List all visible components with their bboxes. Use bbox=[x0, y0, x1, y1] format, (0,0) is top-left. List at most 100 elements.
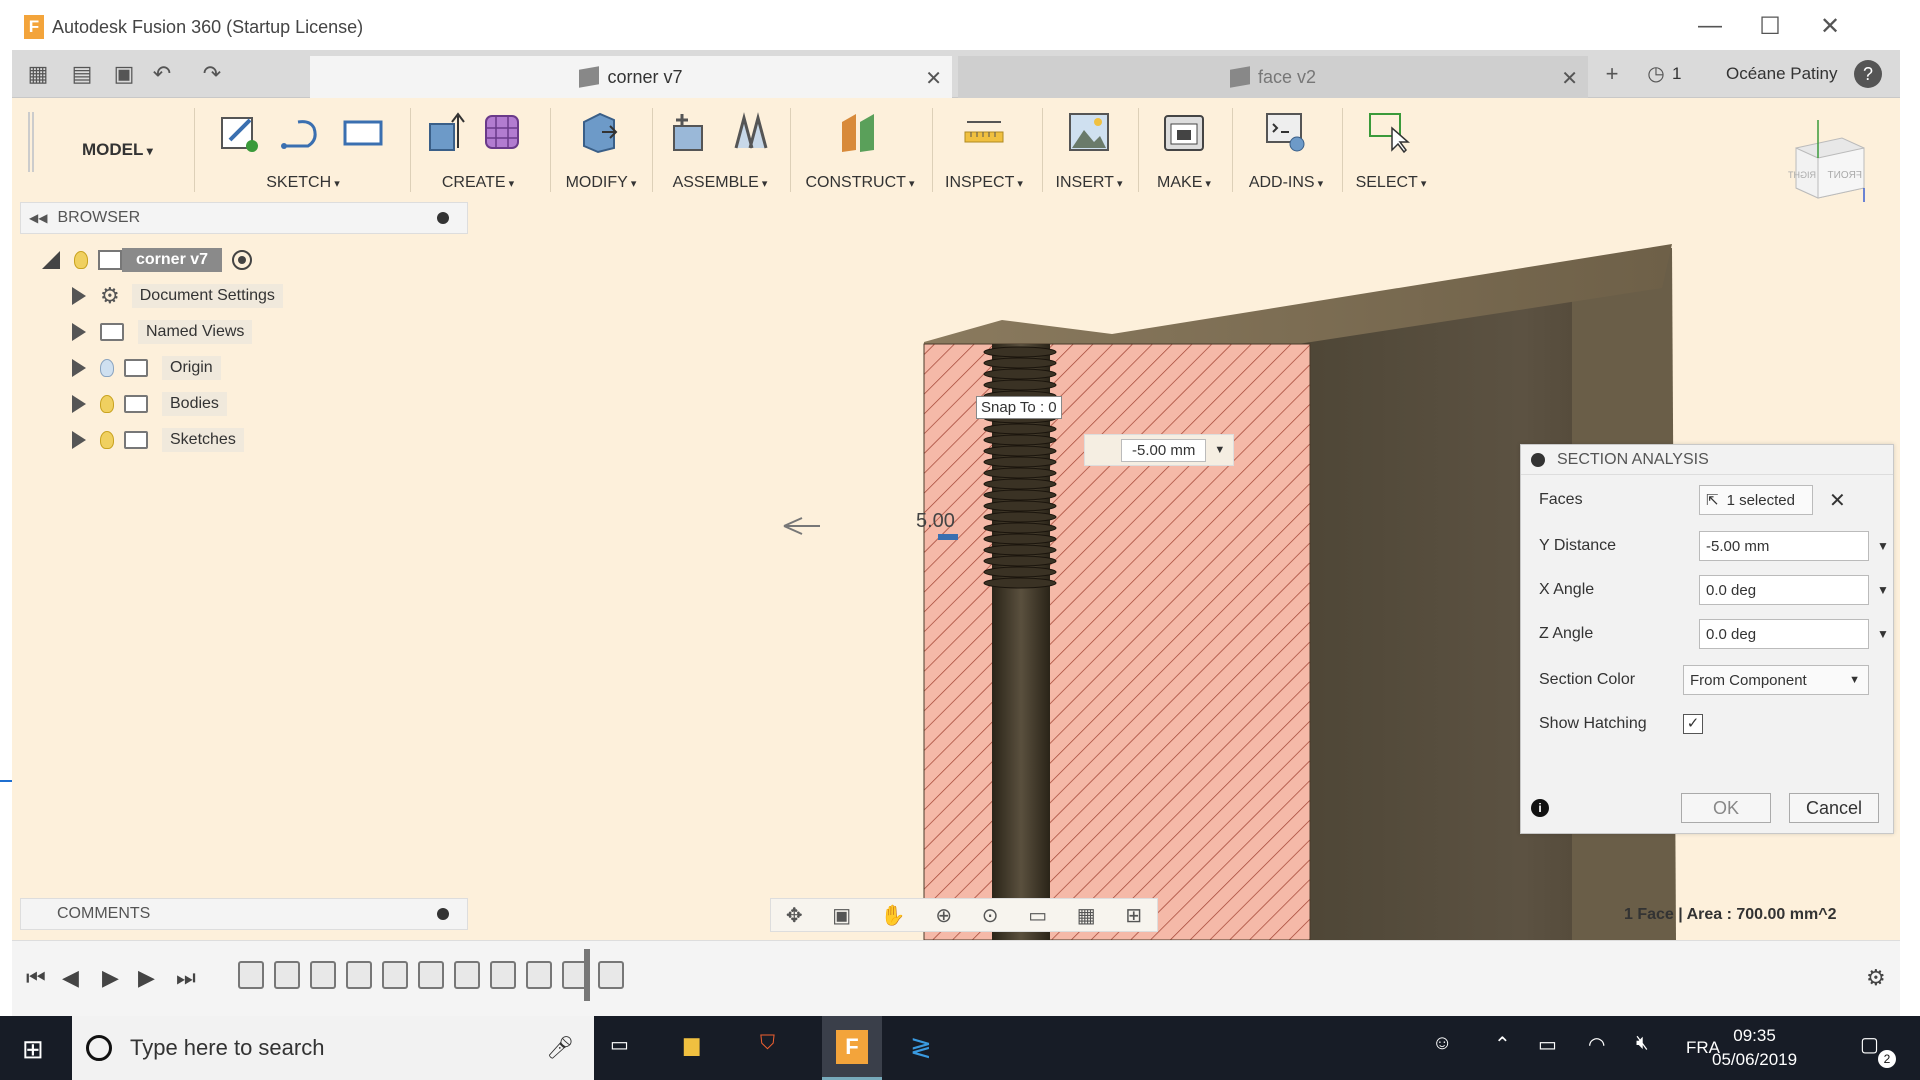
press-pull-icon[interactable] bbox=[578, 110, 620, 154]
sketch-menu[interactable]: SKETCH bbox=[208, 174, 398, 192]
undo-icon[interactable]: ↶ bbox=[148, 60, 176, 88]
expand-triangle-icon[interactable] bbox=[72, 431, 86, 449]
timeline-feature-icon[interactable] bbox=[382, 961, 408, 989]
timeline-settings-gear-icon[interactable]: ⚙ bbox=[1866, 965, 1886, 991]
make-group[interactable]: MAKE bbox=[1146, 104, 1222, 192]
save-icon[interactable]: ▣ bbox=[110, 60, 138, 88]
tree-label[interactable]: Origin bbox=[162, 356, 221, 380]
search-placeholder[interactable]: Type here to search bbox=[130, 1035, 324, 1061]
tree-label[interactable]: Bodies bbox=[162, 392, 227, 416]
fusion-taskbar-button[interactable]: F bbox=[822, 1016, 882, 1080]
tree-label[interactable]: Named Views bbox=[138, 320, 253, 344]
file-menu-icon[interactable]: ▤ bbox=[68, 60, 96, 88]
line-icon[interactable] bbox=[280, 110, 322, 154]
grid-settings-icon[interactable]: ▦ bbox=[1077, 903, 1096, 928]
look-at-icon[interactable]: ▣ bbox=[832, 903, 851, 928]
z-angle-dropdown-icon[interactable]: ▼ bbox=[1877, 627, 1889, 641]
create-menu[interactable]: CREATE bbox=[418, 174, 538, 192]
redo-icon[interactable]: ↷ bbox=[198, 60, 226, 88]
inspect-menu[interactable]: INSPECT bbox=[938, 174, 1030, 192]
windows-start-icon[interactable]: ⊞ bbox=[22, 1034, 44, 1065]
last-step-icon[interactable]: ⏭ bbox=[176, 965, 196, 991]
tree-item-bodies[interactable]: Bodies bbox=[72, 390, 227, 418]
timeline-feature-icon[interactable] bbox=[526, 961, 552, 989]
tree-item-named-views[interactable]: Named Views bbox=[72, 318, 253, 346]
expanded-triangle-icon[interactable] bbox=[42, 251, 60, 269]
timeline-feature-icon[interactable] bbox=[418, 961, 444, 989]
taskbar-clock[interactable]: 09:35 05/06/2019 bbox=[1712, 1024, 1797, 1072]
close-tab-icon[interactable]: ✕ bbox=[1561, 66, 1578, 91]
select-group[interactable]: SELECT bbox=[1348, 104, 1434, 192]
visibility-bulb-icon[interactable] bbox=[100, 359, 114, 377]
measure-icon[interactable] bbox=[963, 110, 1005, 154]
create-group[interactable]: CREATE bbox=[418, 104, 538, 192]
file-explorer-icon[interactable]: ▆ bbox=[684, 1032, 699, 1057]
minimize-button[interactable]: — bbox=[1690, 12, 1730, 40]
collapse-panel-icon[interactable]: ◀◀ bbox=[29, 211, 47, 225]
construct-menu[interactable]: CONSTRUCT bbox=[798, 174, 922, 192]
new-tab-icon[interactable]: + bbox=[1598, 60, 1626, 88]
tree-root[interactable]: corner v7 bbox=[42, 246, 253, 274]
sketch-group[interactable]: SKETCH bbox=[208, 104, 398, 192]
inspect-group[interactable]: INSPECT bbox=[938, 104, 1030, 192]
visibility-bulb-icon[interactable] bbox=[100, 431, 114, 449]
canvas-workspace[interactable]: MODEL SKETCH CREATE MODIFY bbox=[12, 98, 1900, 940]
viewcube[interactable]: FRONT RIGHT bbox=[1782, 108, 1882, 208]
timeline-feature-icon[interactable] bbox=[310, 961, 336, 989]
make-menu[interactable]: MAKE bbox=[1146, 174, 1222, 192]
new-component-icon[interactable] bbox=[668, 110, 710, 154]
fit-icon[interactable]: ⊙ bbox=[982, 903, 999, 928]
volume-muted-icon[interactable]: 🔇︎ bbox=[1636, 1032, 1649, 1055]
info-icon[interactable]: i bbox=[1531, 799, 1549, 817]
comments-panel-header[interactable]: COMMENTS bbox=[20, 898, 468, 930]
manipulator-arrow-icon[interactable] bbox=[938, 534, 958, 540]
create-sketch-icon[interactable] bbox=[218, 110, 260, 154]
browser-panel-header[interactable]: ◀◀ BROWSER bbox=[20, 202, 468, 234]
close-tab-icon[interactable]: ✕ bbox=[925, 66, 942, 91]
form-icon[interactable] bbox=[482, 110, 524, 154]
joint-icon[interactable] bbox=[730, 110, 772, 154]
cancel-button[interactable]: Cancel bbox=[1789, 793, 1879, 823]
z-angle-input[interactable]: 0.0 deg bbox=[1699, 619, 1869, 649]
tree-item-origin[interactable]: Origin bbox=[72, 354, 221, 382]
first-step-icon[interactable]: ⏮ bbox=[26, 965, 46, 991]
battery-icon[interactable]: ▭ bbox=[1538, 1032, 1557, 1057]
modify-group[interactable]: MODIFY bbox=[560, 104, 642, 192]
ok-button[interactable]: OK bbox=[1681, 793, 1771, 823]
expand-triangle-icon[interactable] bbox=[72, 323, 86, 341]
apps-grid-icon[interactable]: ▦ bbox=[24, 60, 52, 88]
tray-chevron-up-icon[interactable]: ⌃ bbox=[1494, 1032, 1511, 1057]
offset-plane-icon[interactable] bbox=[838, 110, 880, 154]
tab-corner-v7[interactable]: corner v7 ✕ bbox=[310, 56, 952, 98]
distance-dropdown-icon[interactable]: ▼ bbox=[1214, 444, 1225, 456]
select-icon[interactable] bbox=[1368, 110, 1410, 154]
section-color-select[interactable]: From Component ▼ bbox=[1683, 665, 1869, 695]
tree-label[interactable]: Sketches bbox=[162, 428, 244, 452]
faces-selection[interactable]: ⇱ 1 selected bbox=[1699, 485, 1813, 515]
expand-triangle-icon[interactable] bbox=[72, 287, 86, 305]
add-ins-group[interactable]: ADD-INS bbox=[1238, 104, 1334, 192]
y-distance-dropdown-icon[interactable]: ▼ bbox=[1877, 539, 1889, 553]
timeline-feature-icon[interactable] bbox=[274, 961, 300, 989]
distance-manipulator[interactable]: -5.00 mm ▼ bbox=[1084, 434, 1234, 466]
job-status-icon[interactable]: ◷ bbox=[1642, 60, 1670, 88]
visibility-bulb-icon[interactable] bbox=[74, 251, 88, 269]
timeline-feature-icon[interactable] bbox=[346, 961, 372, 989]
taskbar-search[interactable]: Type here to search 🎤︎ bbox=[72, 1016, 594, 1080]
show-hatching-checkbox[interactable]: ✓ bbox=[1683, 714, 1703, 734]
user-name[interactable]: Océane Patiny bbox=[1726, 64, 1838, 84]
notifications-icon[interactable]: ▢ bbox=[1860, 1032, 1879, 1057]
viewports-icon[interactable]: ⊞ bbox=[1125, 903, 1142, 928]
help-icon[interactable]: ? bbox=[1854, 60, 1882, 88]
timeline-feature-icon[interactable] bbox=[598, 961, 624, 989]
expand-triangle-icon[interactable] bbox=[72, 359, 86, 377]
insert-menu[interactable]: INSERT bbox=[1048, 174, 1130, 192]
next-step-icon[interactable]: ▶ bbox=[138, 965, 155, 991]
maximize-button[interactable]: ☐ bbox=[1750, 12, 1790, 41]
tab-face-v2[interactable]: face v2 ✕ bbox=[958, 56, 1588, 98]
modify-menu[interactable]: MODIFY bbox=[560, 174, 642, 192]
activate-radio-icon[interactable] bbox=[232, 250, 253, 270]
vscode-icon[interactable]: ≷ bbox=[910, 1032, 932, 1063]
workspace-switcher[interactable]: MODEL bbox=[82, 140, 153, 160]
pan-icon[interactable]: ✋ bbox=[881, 903, 906, 928]
